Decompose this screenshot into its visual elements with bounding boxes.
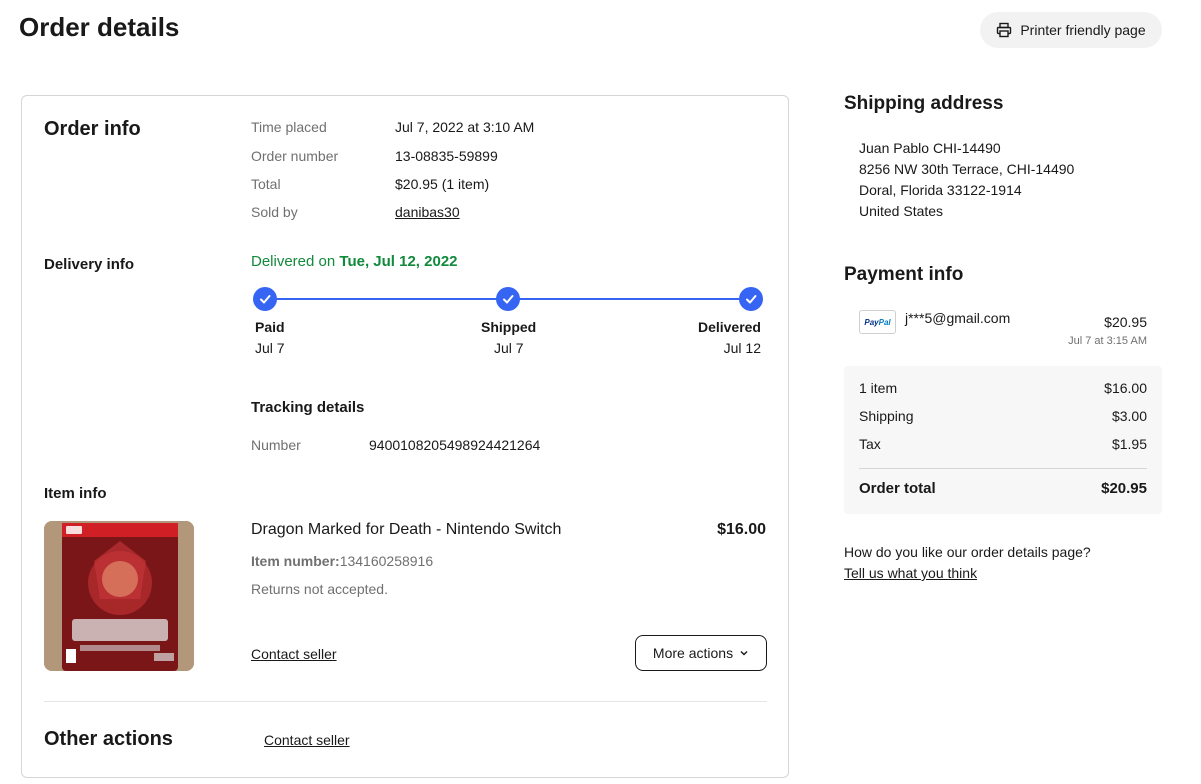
order-info-title: Order info — [44, 118, 141, 140]
summary-separator — [859, 468, 1147, 469]
delivered-prefix: Delivered on — [251, 253, 340, 270]
check-icon — [260, 295, 271, 304]
item-number: Item number:134160258916 — [251, 553, 433, 569]
page-title: Order details — [19, 12, 180, 42]
delivered-status: Delivered on Tue, Jul 12, 2022 — [251, 253, 458, 270]
time-placed-label: Time placed — [251, 119, 327, 135]
printer-friendly-label: Printer friendly page — [1020, 22, 1146, 38]
delivered-date: Tue, Jul 12, 2022 — [339, 253, 458, 270]
order-summary: 1 item $16.00 Shipping $3.00 Tax $1.95 O… — [844, 366, 1162, 514]
shipping-address: Juan Pablo CHI-14490 8256 NW 30th Terrac… — [859, 138, 1074, 222]
order-total-value: $20.95 — [1101, 480, 1147, 497]
check-icon — [503, 295, 514, 304]
step-shipped-label: Shipped — [481, 319, 537, 335]
order-total-label: Order total — [859, 480, 936, 497]
address-line-street: 8256 NW 30th Terrace, CHI-14490 — [859, 161, 1075, 177]
game-box-art — [44, 521, 194, 671]
step-shipped-date: Jul 7 — [494, 340, 524, 356]
step-paid-label: Paid — [255, 319, 285, 335]
order-card: Order info Time placed Jul 7, 2022 at 3:… — [21, 95, 789, 778]
step-paid-date: Jul 7 — [255, 340, 285, 356]
payment-time: Jul 7 at 3:15 AM — [1068, 335, 1147, 347]
step-delivered-label: Delivered — [697, 319, 761, 335]
item-title[interactable]: Dragon Marked for Death - Nintendo Switc… — [251, 521, 561, 539]
more-actions-label: More actions — [652, 645, 734, 661]
summary-tax-label: Tax — [859, 436, 881, 452]
address-line-country: United States — [859, 203, 944, 219]
item-number-label: Item number: — [251, 553, 340, 569]
item-price: $16.00 — [717, 521, 766, 538]
divider — [44, 701, 767, 702]
summary-shipping-label: Shipping — [859, 408, 914, 424]
summary-row-shipping: Shipping $3.00 — [859, 408, 1147, 424]
summary-tax-value: $1.95 — [1111, 436, 1147, 452]
order-number-label: Order number — [251, 148, 339, 164]
returns-policy: Returns not accepted. — [251, 581, 388, 597]
contact-seller-link[interactable]: Contact seller — [251, 646, 337, 662]
item-info-title: Item info — [44, 485, 107, 502]
paypal-logo: Pay Pal — [859, 310, 896, 334]
summary-items-value: $16.00 — [1104, 380, 1147, 396]
sold-by-label: Sold by — [251, 204, 298, 220]
step-delivered-date: Jul 12 — [723, 340, 761, 356]
tracking-number-label: Number — [251, 437, 301, 453]
item-number-value: 134160258916 — [339, 553, 434, 569]
printer-icon — [997, 22, 1012, 38]
summary-row-total: Order total $20.95 — [859, 480, 1147, 497]
check-icon — [746, 295, 757, 304]
chevron-down-icon — [740, 651, 748, 656]
summary-row-tax: Tax $1.95 — [859, 436, 1147, 452]
item-image[interactable] — [44, 521, 194, 671]
time-placed-value: Jul 7, 2022 at 3:10 AM — [395, 119, 535, 135]
more-actions-button[interactable]: More actions — [635, 635, 767, 671]
payment-amount: $20.95 — [1104, 314, 1147, 330]
seller-link[interactable]: danibas30 — [395, 204, 460, 220]
summary-shipping-value: $3.00 — [1111, 408, 1147, 424]
summary-row-items: 1 item $16.00 — [859, 380, 1147, 396]
step-paid-check — [253, 287, 277, 311]
total-label: Total — [251, 176, 281, 192]
address-line-city: Doral, Florida 33122-1914 — [859, 182, 1022, 198]
feedback-link[interactable]: Tell us what you think — [844, 565, 977, 581]
delivery-info-title: Delivery info — [44, 256, 135, 273]
order-number-value: 13-08835-59899 — [395, 148, 498, 164]
other-contact-seller-link[interactable]: Contact seller — [264, 732, 350, 748]
address-line-name: Juan Pablo CHI-14490 — [859, 140, 1001, 156]
tracking-details-title: Tracking details — [251, 399, 365, 416]
printer-friendly-button[interactable]: Printer friendly page — [980, 12, 1162, 48]
payment-email: j***5@gmail.com — [905, 310, 1011, 326]
summary-items-label: 1 item — [859, 380, 898, 396]
step-shipped-check — [496, 287, 520, 311]
step-delivered-check — [739, 287, 763, 311]
feedback-question: How do you like our order details page? — [844, 544, 1091, 560]
shipping-address-title: Shipping address — [844, 93, 1004, 114]
payment-info-title: Payment info — [844, 264, 964, 285]
total-value: $20.95 (1 item) — [395, 176, 490, 192]
other-actions-title: Other actions — [44, 728, 173, 750]
tracking-number-value: 9400108205498924421264 — [369, 437, 541, 453]
